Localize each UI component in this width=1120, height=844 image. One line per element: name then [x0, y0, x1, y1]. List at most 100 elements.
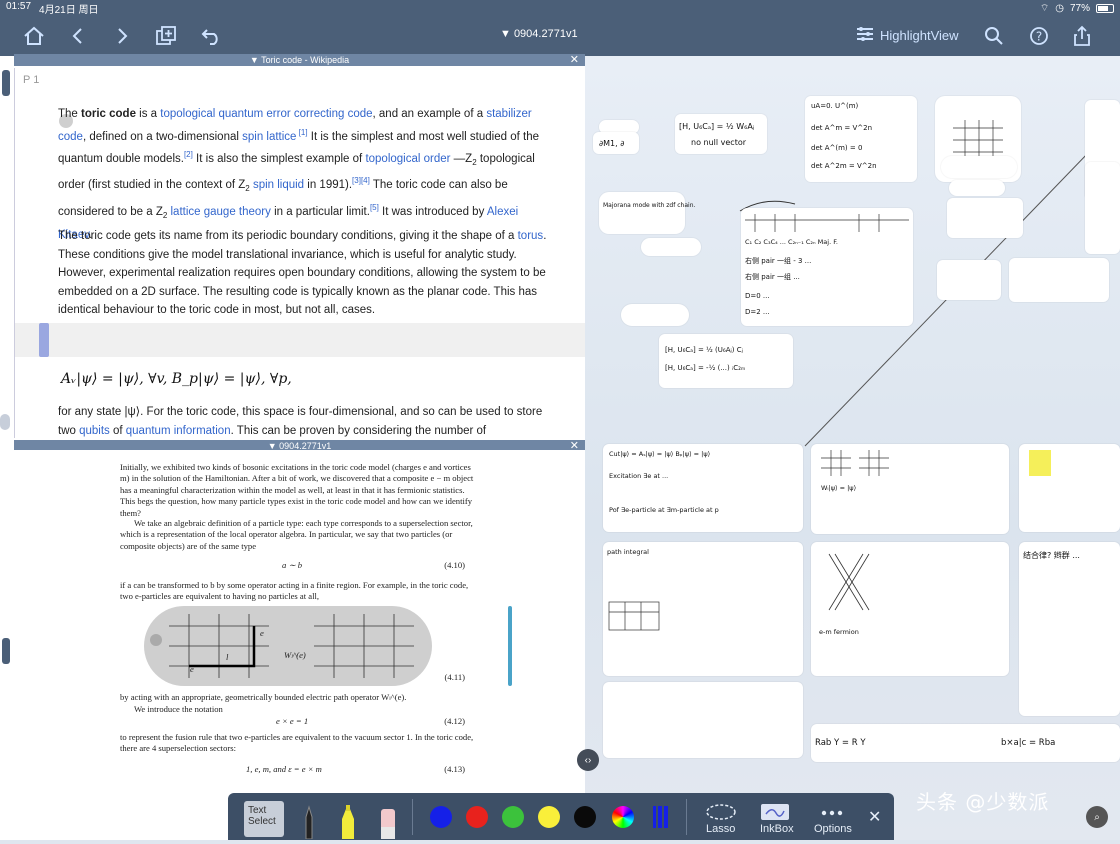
share-icon[interactable]	[1068, 22, 1096, 50]
note-card[interactable]: Cut|ψ⟩ = Aₛ|ψ⟩ = |ψ⟩ Bₚ|ψ⟩ = |ψ⟩ Excitat…	[603, 444, 803, 532]
outline-toggle-icon[interactable]	[0, 414, 10, 430]
note-text: Excitation ∃e at ...	[609, 472, 669, 480]
note-canvas[interactable]: ∂M1, ∂ [H, U₆Cₐ] = ½ W₆Aⱼ no null vector…	[585, 56, 1120, 840]
inkbox-icon	[761, 804, 789, 820]
color-picker-icon[interactable]	[612, 806, 634, 828]
paper-para-2: We take an algebraic definition of a par…	[120, 518, 473, 551]
paper-para-4: by acting with an appropriate, geometric…	[120, 692, 407, 702]
expand-toggle-icon[interactable]: ‹›	[577, 749, 599, 771]
note-card[interactable]	[937, 260, 1001, 300]
text: The toric code gets its name from its pe…	[58, 230, 518, 242]
status-bar: 01:57 4月21日 周日 ⌔ ◷ 77%	[0, 0, 1120, 16]
wiki-link[interactable]: topological order	[365, 153, 450, 165]
equation-number: (4.11)	[444, 672, 465, 682]
wiki-link[interactable]: spin lattice	[242, 130, 296, 142]
note-text: [H, U₆Cₐ] = ½ W₆Aⱼ	[679, 122, 755, 131]
stroke-width-icon[interactable]	[652, 806, 668, 828]
equation-4-13: 1, e, m, and ε = e × m	[246, 764, 322, 774]
note-text: det A^2m = V^2n	[811, 162, 877, 170]
note-card[interactable]: ∂M1, ∂	[593, 132, 639, 154]
status-date: 4月21日 周日	[39, 4, 99, 16]
eraser-tool-icon[interactable]	[376, 805, 400, 844]
note-bubble[interactable]	[949, 180, 1005, 196]
note-text: 右侧 pair 一组 ...	[745, 273, 800, 281]
link-qubits[interactable]: qubits	[79, 425, 110, 437]
color-swatch[interactable]	[466, 806, 488, 828]
undo-icon[interactable]	[198, 22, 226, 50]
watermark: 头条 @少数派	[916, 790, 1050, 814]
wiki-link[interactable]: topological quantum error correcting cod…	[160, 108, 372, 120]
add-page-icon[interactable]	[152, 22, 180, 50]
note-card[interactable]: [H, U₆Cₐ] = ½ (U₆Aⱼ) Cⱼ [H, U₆Cₐ] = -½ (…	[659, 334, 793, 388]
citation-link[interactable]: [1]	[296, 128, 308, 137]
link-quantum-information[interactable]: quantum information	[126, 425, 231, 437]
wiki-link[interactable]: spin liquid	[253, 179, 304, 191]
lasso-tool[interactable]: Lasso	[704, 803, 738, 835]
citation-link[interactable]: [2]	[184, 150, 193, 159]
inkbox-tool[interactable]: InkBox	[758, 803, 794, 835]
note-card[interactable]	[1085, 162, 1120, 254]
text: It is also the simplest example of	[192, 152, 366, 165]
note-text: C₁ C₂ C₃C₄ ... C₂ₙ₋₁ C₂ₙ Maj. F.	[745, 238, 838, 246]
options-tool[interactable]: Options	[812, 803, 852, 835]
note-card[interactable]: Majorana mode with zdf chain.	[599, 192, 695, 234]
note-card[interactable]: Rab Y = R Y b×a|c = Rba	[811, 724, 1120, 762]
wiki-pane-header[interactable]: ▼ Toric code - Wikipedia ✕	[14, 54, 585, 66]
close-icon[interactable]: ✕	[570, 54, 579, 66]
nav-bar: ▼ 0904.2771v1 HighlightView ?	[0, 16, 1120, 56]
note-card[interactable]: path integral	[603, 542, 803, 676]
note-text: Majorana mode with zdf chain.	[603, 202, 696, 209]
note-card[interactable]: Wₗ|ψ⟩ = |ψ⟩	[811, 444, 1009, 534]
pane-drag-handle[interactable]	[2, 70, 10, 96]
note-card[interactable]	[603, 682, 803, 758]
note-card[interactable]: 结合律? 辫群 ...	[1019, 542, 1120, 716]
lasso-icon	[706, 804, 736, 820]
document-title[interactable]: ▼ 0904.2771v1	[500, 28, 578, 40]
wiki-paragraph-2: The toric code gets its name from its pe…	[58, 227, 548, 320]
wiki-link[interactable]: lattice gauge theory	[171, 206, 271, 218]
note-bubble[interactable]	[941, 156, 1017, 178]
text: . These conditions give the model transl…	[58, 230, 547, 316]
note-card[interactable]	[1009, 258, 1109, 302]
note-card[interactable]	[1019, 444, 1120, 532]
stabilizer-equation: Aᵥ|ψ⟩ = |ψ⟩, ∀v, B_p|ψ⟩ = |ψ⟩, ∀p,	[61, 371, 292, 387]
home-icon[interactable]	[20, 22, 48, 50]
forward-icon[interactable]	[108, 22, 136, 50]
wifi-icon: ⌔	[1039, 2, 1050, 14]
note-card[interactable]: [H, U₆Cₐ] = ½ W₆Aⱼ no null vector	[675, 114, 767, 154]
back-icon[interactable]	[64, 22, 92, 50]
help-icon[interactable]: ?	[1025, 22, 1053, 50]
lasso-label: Lasso	[706, 823, 736, 835]
highlighter-tool-icon[interactable]	[336, 803, 360, 844]
text-select-tool[interactable]: Text Select	[244, 801, 284, 837]
note-card[interactable]	[947, 198, 1023, 238]
citation-link[interactable]: [3][4]	[352, 176, 370, 185]
note-text: 结合律? 辫群 ...	[1023, 551, 1080, 560]
search-icon[interactable]	[980, 22, 1008, 50]
color-swatch[interactable]	[538, 806, 560, 828]
pane-drag-handle[interactable]	[2, 638, 10, 664]
figure-anchor-icon[interactable]	[150, 634, 162, 646]
note-card[interactable]: C₁ C₂ C₃C₄ ... C₂ₙ₋₁ C₂ₙ Maj. F. 右侧 pair…	[741, 208, 913, 326]
note-bubble[interactable]	[641, 238, 701, 256]
scroll-thumb[interactable]	[39, 323, 49, 357]
scrollbar[interactable]	[508, 606, 512, 686]
close-toolbar-icon[interactable]: ✕	[868, 807, 881, 827]
link-torus[interactable]: torus	[518, 230, 544, 242]
text: It was introduced by	[378, 205, 487, 218]
color-swatch[interactable]	[502, 806, 524, 828]
search-fab-icon[interactable]: ⌕	[1086, 806, 1108, 828]
citation-link[interactable]: [5]	[370, 203, 379, 212]
lattice-figure: e e l Wₗ^(e)	[144, 606, 432, 686]
note-text: [H, U₆Cₐ] = -½ (...) ᵢC₂ₘ	[665, 364, 746, 372]
pen-tool-icon[interactable]	[298, 803, 320, 844]
note-bubble[interactable]	[621, 304, 689, 326]
color-swatch[interactable]	[430, 806, 452, 828]
color-swatch[interactable]	[574, 806, 596, 828]
highlight-view-icon	[856, 26, 874, 45]
highlight-view-button[interactable]: HighlightView	[856, 26, 959, 45]
note-card[interactable]: e-m fermion	[811, 542, 1009, 676]
note-text: [H, U₆Cₐ] = ½ (U₆Aⱼ) Cⱼ	[665, 346, 743, 354]
wiki-pane-title: ▼ Toric code - Wikipedia	[249, 55, 350, 65]
note-card[interactable]: uA=0. U^(m) det A^m = V^2n det A^(m) = 0…	[805, 96, 917, 182]
